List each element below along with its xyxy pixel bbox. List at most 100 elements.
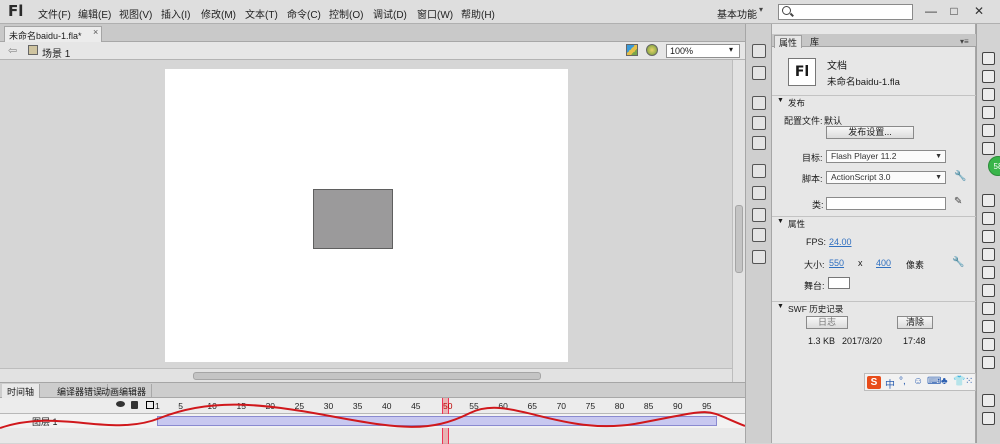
stage-width[interactable]: 550 xyxy=(829,258,844,268)
motion-presets-icon[interactable] xyxy=(752,208,766,222)
fill-color-icon[interactable] xyxy=(982,412,995,425)
zoom-select[interactable]: 100% ▾ xyxy=(666,44,740,58)
class-input[interactable] xyxy=(826,197,946,210)
info-icon[interactable] xyxy=(752,116,766,130)
document-tab-title: 未命名baidu-1.fla* xyxy=(9,31,82,41)
transform-icon[interactable] xyxy=(752,136,766,150)
swatches-grid-icon[interactable] xyxy=(752,66,766,80)
hand-tool-icon[interactable] xyxy=(982,338,995,351)
swf-history-title: SWF 历史记录 xyxy=(788,304,844,314)
close-tab-icon[interactable]: × xyxy=(93,27,98,37)
pen-tool-icon[interactable] xyxy=(982,142,995,155)
ime-punctuation[interactable]: °, xyxy=(899,376,906,387)
menu-modify[interactable]: 修改(M) xyxy=(201,6,236,21)
menu-edit[interactable]: 编辑(E) xyxy=(78,6,111,21)
menu-control[interactable]: 控制(O) xyxy=(329,6,363,21)
fps-value[interactable]: 24.00 xyxy=(829,237,852,247)
wrench-icon[interactable]: 🔧 xyxy=(952,257,964,268)
workspace-switcher[interactable]: 基本功能 xyxy=(717,6,757,21)
zoom-tool-icon[interactable] xyxy=(982,356,995,369)
free-transform-tool-icon[interactable] xyxy=(982,88,995,101)
paint-bucket-tool-icon[interactable] xyxy=(982,284,995,297)
menu-insert[interactable]: 插入(I) xyxy=(161,6,190,21)
sogou-logo-icon[interactable]: S xyxy=(867,376,881,389)
menu-text[interactable]: 文本(T) xyxy=(245,6,278,21)
script-select[interactable]: ActionScript 3.0 ▼ xyxy=(826,171,946,184)
target-select[interactable]: Flash Player 11.2 ▼ xyxy=(826,150,946,163)
size-separator: x xyxy=(858,258,863,268)
brush-tool-icon[interactable] xyxy=(982,230,995,243)
back-arrow-icon[interactable]: ⇦ xyxy=(8,44,17,57)
align-icon[interactable] xyxy=(752,96,766,110)
stage-height[interactable]: 400 xyxy=(876,258,891,268)
stage-color-swatch[interactable] xyxy=(828,277,850,289)
components-icon[interactable] xyxy=(752,228,766,242)
publish-section-header[interactable]: ▼ 发布 xyxy=(772,95,976,108)
eyedropper-tool-icon[interactable] xyxy=(982,302,995,315)
eraser-tool-icon[interactable] xyxy=(982,320,995,333)
props-section-header[interactable]: ▼ 属性 xyxy=(772,216,976,229)
chevron-down-icon: ▼ xyxy=(777,97,784,104)
deco-tool-icon[interactable] xyxy=(982,248,995,261)
scene-label[interactable]: 场景 1 xyxy=(42,45,70,60)
script-label: 脚本: xyxy=(802,174,823,184)
log-button[interactable]: 日志 xyxy=(806,316,848,329)
ime-tools-icon[interactable]: ♣ xyxy=(941,376,948,387)
horizontal-scroll-thumb[interactable] xyxy=(193,372,541,380)
publish-section-title: 发布 xyxy=(788,98,806,108)
menu-help[interactable]: 帮助(H) xyxy=(461,6,495,21)
publish-settings-button[interactable]: 发布设置... xyxy=(826,126,914,139)
size-label: 大小: xyxy=(804,260,825,270)
panel-menu-icon[interactable]: ▾≡ xyxy=(960,37,969,46)
edit-symbols-icon[interactable] xyxy=(626,44,638,56)
tab-properties[interactable]: 属性 xyxy=(774,35,803,48)
color-swatches-icon[interactable] xyxy=(752,44,766,58)
chevron-down-icon[interactable]: ▾ xyxy=(759,5,763,14)
horizontal-scrollbar[interactable] xyxy=(0,368,732,382)
code-snippets-icon[interactable] xyxy=(752,164,766,178)
chevron-down-icon: ▼ xyxy=(777,218,784,225)
menu-command[interactable]: 命令(C) xyxy=(287,6,321,21)
help-search-input[interactable] xyxy=(778,4,913,20)
history-icon[interactable] xyxy=(752,250,766,264)
menu-debug[interactable]: 调试(D) xyxy=(373,6,407,21)
ime-emoji-icon[interactable]: ☺ xyxy=(913,376,923,387)
actions-icon[interactable] xyxy=(752,186,766,200)
rectangle-shape[interactable] xyxy=(313,189,393,249)
stroke-color-icon[interactable] xyxy=(982,394,995,407)
ime-keyboard-icon[interactable]: ⌨ xyxy=(927,376,941,387)
wrench-icon[interactable]: 🔧 xyxy=(954,171,966,182)
swf-history-section-header[interactable]: ▼ SWF 历史记录 xyxy=(772,301,976,314)
chevron-down-icon: ▼ xyxy=(935,174,942,181)
clear-button[interactable]: 清除 xyxy=(897,316,933,329)
chevron-down-icon: ▾ xyxy=(729,45,734,54)
swf-date: 2017/3/20 xyxy=(842,336,883,346)
menu-window[interactable]: 窗口(W) xyxy=(417,6,453,21)
tab-timeline[interactable]: 时间轴 xyxy=(2,384,41,398)
selection-tool-icon[interactable] xyxy=(982,52,995,65)
maximize-button[interactable]: □ xyxy=(947,4,961,18)
subselection-tool-icon[interactable] xyxy=(982,70,995,83)
menu-view[interactable]: 视图(V) xyxy=(119,6,152,21)
menu-file[interactable]: 文件(F) xyxy=(38,6,71,21)
tab-motion-editor[interactable]: 动画编辑器 xyxy=(96,384,153,398)
profile-label: 配置文件: xyxy=(784,116,823,126)
vertical-scrollbar[interactable] xyxy=(732,60,745,382)
document-tab[interactable]: 未命名baidu-1.fla* xyxy=(4,26,102,42)
lasso-tool-icon[interactable] xyxy=(982,124,995,137)
rectangle-tool-icon[interactable] xyxy=(982,194,995,207)
zoom-value: 100% xyxy=(670,46,694,56)
tab-library[interactable]: 库 xyxy=(806,35,823,48)
edit-scene-icon[interactable] xyxy=(646,44,658,56)
class-label: 类: xyxy=(812,200,824,210)
minimize-button[interactable]: — xyxy=(924,4,938,18)
close-button[interactable]: ✕ xyxy=(972,4,986,18)
ime-more-icon[interactable]: ⁙ xyxy=(965,376,973,387)
pencil-tool-icon[interactable] xyxy=(982,212,995,225)
3d-rotation-tool-icon[interactable] xyxy=(982,106,995,119)
ime-chinese-mode[interactable]: 中 xyxy=(885,376,895,391)
edit-class-pencil-icon[interactable]: ✎ xyxy=(954,196,962,207)
ime-skin-icon[interactable]: 👕 xyxy=(953,376,965,387)
bone-tool-icon[interactable] xyxy=(982,266,995,279)
vertical-scroll-thumb[interactable] xyxy=(735,205,743,273)
